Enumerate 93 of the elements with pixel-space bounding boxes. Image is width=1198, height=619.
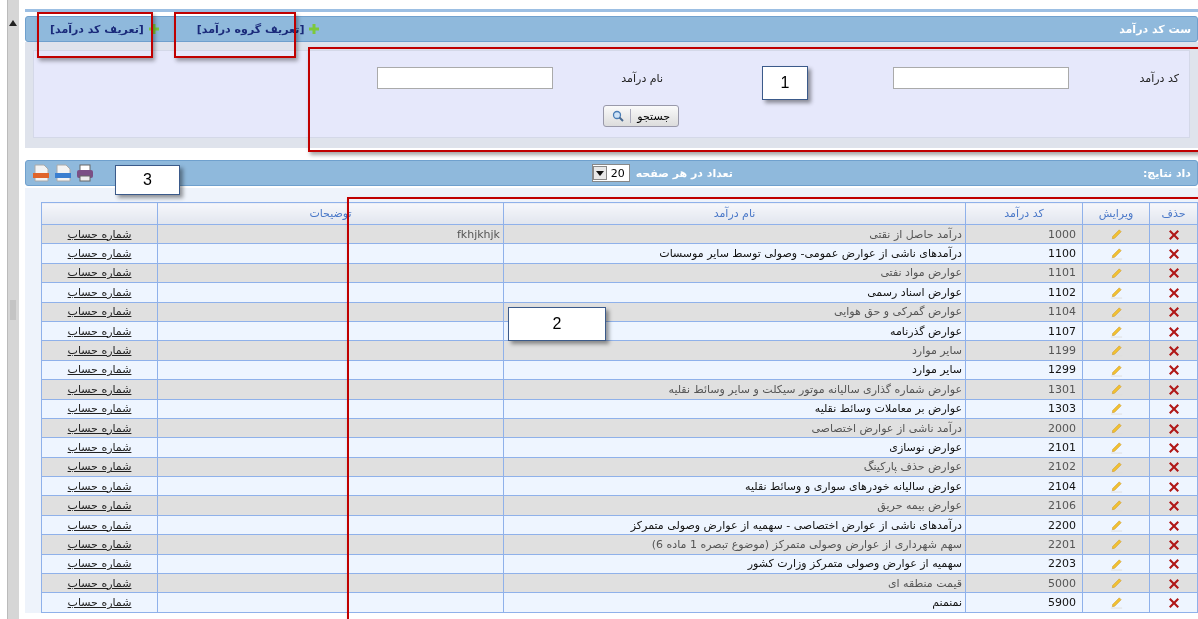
edit-pencil-icon[interactable] [1109, 402, 1123, 416]
table-cell: سایر موارد [503, 340, 966, 361]
edit-pencil-icon[interactable] [1109, 441, 1123, 455]
table-cell: 5000 [965, 573, 1083, 593]
delete-icon[interactable] [1167, 519, 1180, 532]
table-cell: عوارض شماره گذاری سالیانه موتور سیکلت و سایر وسائط نقلیه [503, 379, 966, 399]
table-cell: 1107 [965, 321, 1083, 341]
delete-icon[interactable] [1167, 325, 1180, 338]
table-cell: 2203 [965, 554, 1083, 574]
callout-label: 1 [762, 66, 808, 100]
column-header[interactable]: ویرایش [1082, 202, 1150, 225]
delete-icon[interactable] [1167, 500, 1180, 513]
table-cell: عوارض بر معاملات وسائط نقلیه [503, 399, 966, 419]
table-cell: عوارض سالیانه خودرهای سواری و وسائط نقلیه [503, 476, 966, 496]
table-cell: عوارض حذف پارکینگ [503, 457, 966, 477]
delete-icon[interactable] [1167, 403, 1180, 416]
search-button[interactable]: جستجو [603, 105, 679, 127]
table-cell: سهمیه از عوارض وصولی متمرکز وزارت کشور [503, 554, 966, 574]
delete-icon[interactable] [1167, 345, 1180, 358]
table-cell: درآمدهای ناشی از عوارض اختصاصی - سهمیه از عوارض وصولی متمرکز [503, 515, 966, 535]
table-cell: عوارض مواد نفتی [503, 263, 966, 283]
table-cell: عوارض بیمه حریق [503, 495, 966, 516]
delete-icon[interactable] [1167, 480, 1180, 493]
table-cell: نمنمنم [503, 592, 966, 613]
delete-icon[interactable] [1167, 228, 1180, 241]
column-header[interactable]: حذف [1149, 202, 1198, 225]
scrollbar[interactable] [7, 0, 19, 619]
table-cell: عوارض نوسازی [503, 437, 966, 458]
table-cell: 5900 [965, 592, 1083, 613]
delete-icon[interactable] [1167, 461, 1180, 474]
table-cell: 2000 [965, 418, 1083, 438]
delete-icon[interactable] [1167, 538, 1180, 551]
table-cell: 1299 [965, 360, 1083, 380]
table-cell: درآمد ناشی از عوارض اختصاصی [503, 418, 966, 438]
table-cell: 1301 [965, 379, 1083, 399]
edit-pencil-icon[interactable] [1109, 363, 1123, 377]
delete-icon[interactable] [1167, 248, 1180, 261]
edit-pencil-icon[interactable] [1109, 596, 1123, 610]
print-icon[interactable] [76, 164, 94, 182]
page-size-select[interactable]: 20 [591, 164, 630, 182]
edit-pencil-icon[interactable] [1109, 480, 1123, 493]
delete-icon[interactable] [1167, 286, 1180, 299]
plus-icon [148, 24, 159, 34]
callout-label: 3 [115, 165, 180, 195]
table-cell: 2200 [965, 515, 1083, 535]
table-cell: 2201 [965, 534, 1083, 555]
table-cell: 1104 [965, 302, 1083, 322]
panel-title: ست کد درآمد [1119, 22, 1191, 36]
results-count-label: داد نتایج: [1142, 166, 1191, 180]
delete-icon[interactable] [1167, 364, 1180, 377]
table-cell: 2106 [965, 495, 1083, 516]
table-cell: درآمدهای ناشی از عوارض عمومی- وصولی توسط سایر موسسات [503, 243, 966, 264]
input-field[interactable] [893, 67, 1069, 89]
delete-icon[interactable] [1167, 442, 1180, 454]
table-cell: 1102 [965, 282, 1083, 303]
page-size-label: تعداد در هر صفحه [635, 166, 733, 180]
table-cell: 1100 [965, 243, 1083, 264]
input-field[interactable] [377, 67, 553, 89]
scroll-up-icon[interactable] [9, 20, 17, 26]
table-cell: سایر موارد [503, 360, 966, 380]
table-cell: 1000 [965, 224, 1083, 244]
field-label: کد درآمد [1138, 71, 1180, 85]
field-label: نام درآمد [620, 71, 664, 85]
edit-pencil-icon[interactable] [1109, 286, 1123, 300]
delete-icon[interactable] [1167, 422, 1180, 435]
table-cell: 2102 [965, 457, 1083, 477]
delete-icon[interactable] [1167, 267, 1180, 280]
table-cell: 1303 [965, 399, 1083, 419]
table-cell: 2101 [965, 437, 1083, 458]
doc-export-icon[interactable] [54, 164, 72, 182]
column-header[interactable]: کد درآمد [965, 202, 1083, 225]
table-cell: 2104 [965, 476, 1083, 496]
table-cell: قیمت منطقه ای [503, 573, 966, 593]
table-cell: 1101 [965, 263, 1083, 283]
delete-icon[interactable] [1167, 577, 1180, 590]
delete-icon[interactable] [1167, 558, 1180, 571]
delete-icon[interactable] [1167, 383, 1180, 396]
table-cell: سهم شهرداری از عوارض وصولی متمرکز (موضوع تبصره 1 ماده 6) [503, 534, 966, 555]
delete-icon[interactable] [1167, 597, 1180, 610]
table-cell: عوارض اسناد رسمی [503, 282, 966, 303]
edit-pencil-icon[interactable] [1109, 518, 1123, 532]
edit-pencil-icon[interactable] [1109, 324, 1123, 338]
callout-label: 2 [508, 307, 606, 341]
edit-pencil-icon[interactable] [1109, 557, 1123, 571]
add-link[interactable]: [تعریف کد درآمد] [50, 22, 159, 36]
table-cell: درآمد حاصل از نقتی [503, 224, 966, 244]
delete-icon[interactable] [1167, 306, 1180, 319]
plus-icon [309, 24, 320, 34]
search-icon [612, 110, 625, 122]
xls-export-icon[interactable] [32, 164, 50, 182]
table-cell: 1199 [965, 340, 1083, 361]
edit-pencil-icon[interactable] [1109, 247, 1123, 261]
column-header[interactable]: نام درآمد [503, 202, 966, 225]
